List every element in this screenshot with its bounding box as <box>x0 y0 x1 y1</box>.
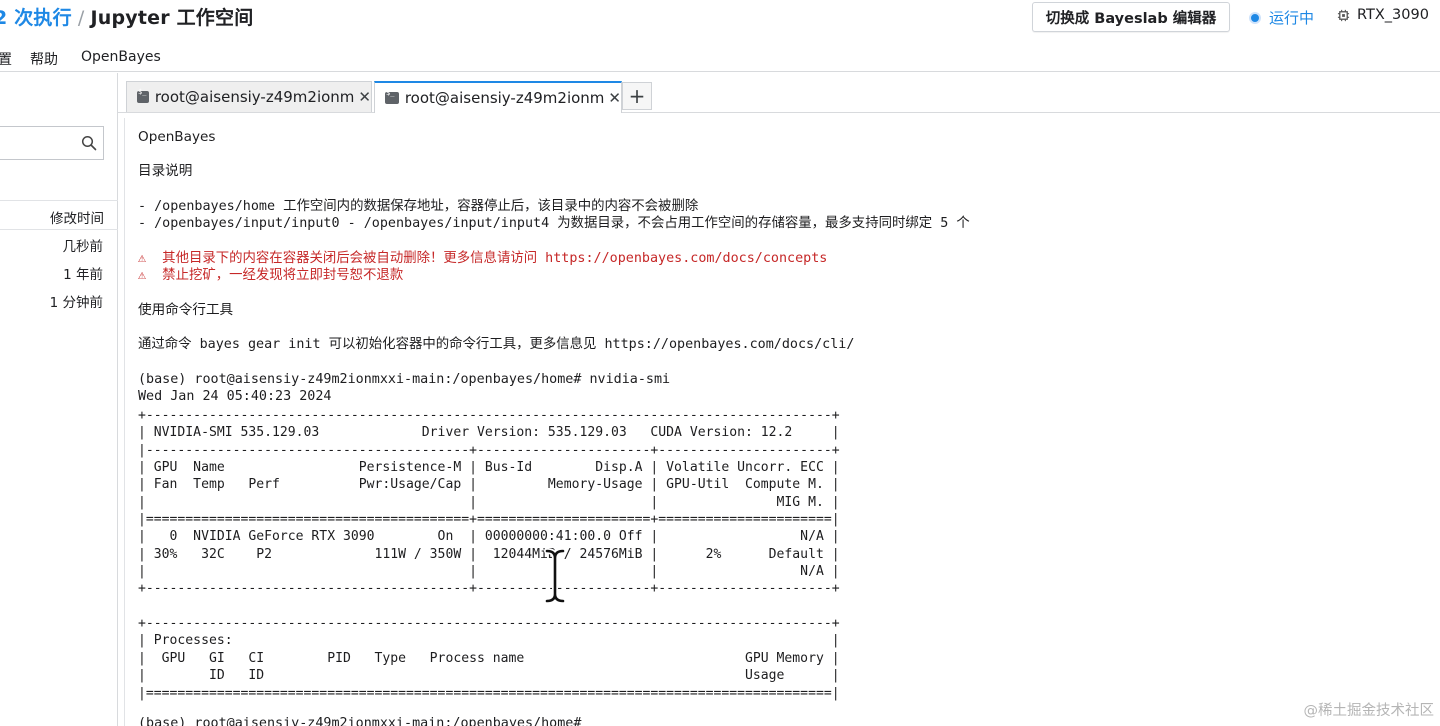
terminal-icon <box>137 88 149 103</box>
file-row-time[interactable]: 1 分钟前 <box>50 291 103 311</box>
text-cursor-icon <box>544 548 566 604</box>
menu-bar: 置 帮助 OpenBayes <box>0 44 1440 72</box>
new-tab-button[interactable]: + <box>622 82 652 110</box>
terminal-line: 通过命令 bayes gear init 可以初始化容器中的命令行工具，更多信息… <box>138 337 855 352</box>
menu-openbayes[interactable]: OpenBayes <box>81 49 161 65</box>
status-dot-icon <box>1249 11 1261 24</box>
file-browser-panel: 修改时间 几秒前 1 年前 1 分钟前 <box>0 73 118 726</box>
page-title: 2 次执行 / Jupyter 工作空间 <box>0 3 253 30</box>
tab-label: root@aisensiy-z49m2ionm <box>404 89 605 107</box>
terminal-area[interactable]: OpenBayes 目录说明 - /openbayes/home 工作空间内的数… <box>124 118 1430 726</box>
terminal-prompt-line: (base) root@aisensiy-z49m2ionmxxi-main:/… <box>138 372 671 387</box>
run-count-link[interactable]: 2 次执行 <box>0 7 72 29</box>
terminal-line: - /openbayes/input/input0 - /openbayes/i… <box>138 216 970 231</box>
gpu-label: RTX_3090 <box>1357 7 1429 23</box>
modified-time-label: 修改时间 <box>50 211 104 227</box>
gpu-chip-icon <box>1337 9 1350 21</box>
terminal-line: 使用命令行工具 <box>138 302 234 318</box>
nvidia-smi-output: +---------------------------------------… <box>138 408 840 701</box>
terminal-line: 目录说明 <box>138 163 193 179</box>
tab-terminal-1[interactable]: root@aisensiy-z49m2ionm ✕ <box>126 81 372 112</box>
terminal-warning-line: ⚠ 其他目录下的内容在容器关闭后会被自动删除！更多信息请访问 https://o… <box>138 251 828 266</box>
running-status: 运行中 <box>1249 7 1314 28</box>
search-icon[interactable] <box>81 135 97 151</box>
tab-bar: root@aisensiy-z49m2ionm ✕ root@aisensiy-… <box>118 73 1440 113</box>
top-header: 2 次执行 / Jupyter 工作空间 切换成 Bayeslab 编辑器 运行中 … <box>0 0 1440 40</box>
close-icon[interactable]: ✕ <box>358 88 371 106</box>
file-search-input[interactable] <box>0 126 104 160</box>
menu-help[interactable]: 帮助 <box>30 49 58 69</box>
file-row-time[interactable]: 几秒前 <box>63 235 104 255</box>
title-separator: / <box>77 7 85 29</box>
tab-terminal-2[interactable]: root@aisensiy-z49m2ionm ✕ <box>374 81 622 113</box>
menu-settings[interactable]: 置 <box>0 49 12 69</box>
terminal-line: - /openbayes/home 工作空间内的数据保存地址，容器停止后，该目录… <box>138 199 699 214</box>
file-row-time[interactable]: 1 年前 <box>63 263 103 283</box>
terminal-icon <box>385 89 399 104</box>
workspace-title: Jupyter 工作空间 <box>90 7 254 29</box>
status-label: 运行中 <box>1269 9 1315 27</box>
tab-label: root@aisensiy-z49m2ionm <box>154 88 355 106</box>
gpu-badge: RTX_3090 <box>1337 7 1429 23</box>
terminal-warning-line: ⚠ 禁止挖矿，一经发现将立即封号恕不退款 <box>138 268 404 283</box>
watermark: @稀土掘金技术社区 <box>1303 703 1435 719</box>
terminal-prompt-line: (base) root@aisensiy-z49m2ionmxxi-main:/… <box>138 716 582 726</box>
terminal-line: Wed Jan 24 05:40:23 2024 <box>138 389 332 404</box>
modified-time-column-header[interactable]: 修改时间 <box>0 200 118 230</box>
close-icon[interactable]: ✕ <box>608 89 621 107</box>
switch-to-bayeslab-button[interactable]: 切换成 Bayeslab 编辑器 <box>1032 2 1230 32</box>
terminal-line: OpenBayes <box>138 129 216 145</box>
